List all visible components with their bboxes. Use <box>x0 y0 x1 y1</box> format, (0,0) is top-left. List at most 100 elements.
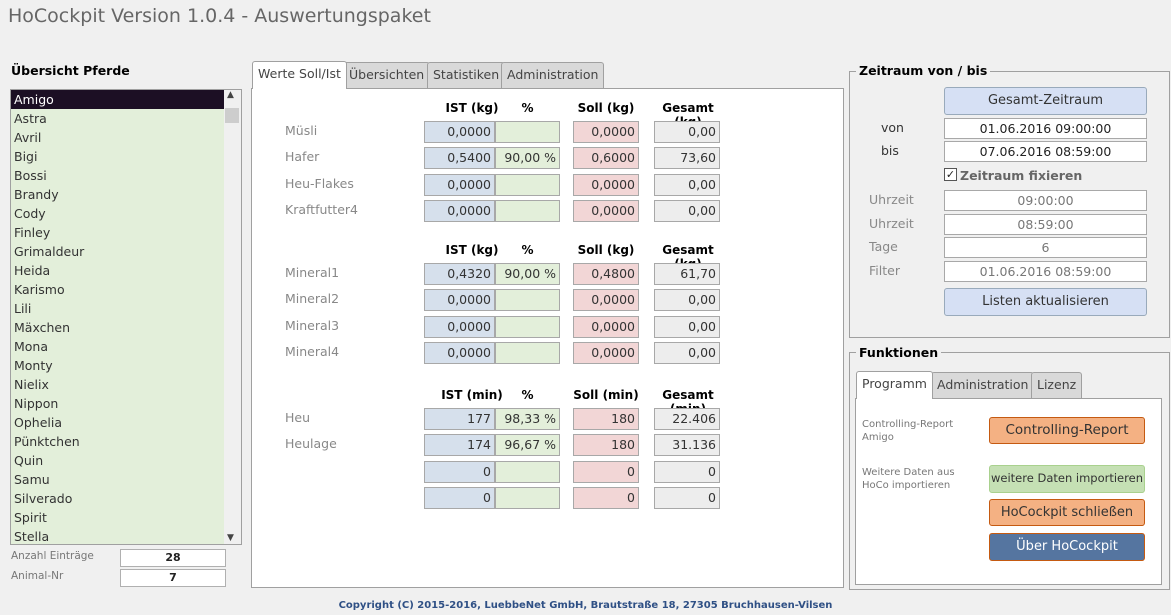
import-button[interactable]: weitere Daten importieren <box>989 465 1145 493</box>
ges-field[interactable]: 0,00 <box>654 174 720 196</box>
ges-field[interactable]: 0,00 <box>654 121 720 143</box>
soll-field[interactable]: 180 <box>573 408 639 430</box>
pct-field[interactable]: 96,67 % <box>495 434 560 456</box>
scroll-up-icon[interactable]: ▲ <box>227 90 234 100</box>
ist-field[interactable]: 0,0000 <box>424 342 495 364</box>
soll-field[interactable]: 0,0000 <box>573 200 639 222</box>
uhrzeit1-label: Uhrzeit <box>869 192 914 207</box>
row-label: Heu <box>285 410 311 425</box>
horse-list[interactable]: Amigo Astra Avril Bigi Bossi Brandy Cody Finley… <box>10 89 242 545</box>
period-heading: Zeitraum von / bis <box>856 63 991 78</box>
bis-input[interactable]: 07.06.2016 08:59:00 <box>944 141 1147 162</box>
ges-field[interactable]: 61,70 <box>654 263 720 285</box>
horse-list-item[interactable]: Astra <box>11 109 225 128</box>
horse-list-item[interactable]: Stella <box>11 527 225 544</box>
scroll-down-icon[interactable]: ▼ <box>227 533 234 543</box>
tab-func-administration[interactable]: Administration <box>931 372 1035 398</box>
horse-list-item[interactable]: Lili <box>11 299 225 318</box>
soll-field[interactable]: 0,0000 <box>573 174 639 196</box>
soll-field[interactable]: 0,4800 <box>573 263 639 285</box>
close-app-button[interactable]: HoCockpit schließen <box>989 499 1145 526</box>
horse-list-item[interactable]: Mona <box>11 337 225 356</box>
horse-list-item[interactable]: Amigo <box>11 90 225 109</box>
horse-list-item[interactable]: Finley <box>11 223 225 242</box>
horse-list-item[interactable]: Nielix <box>11 375 225 394</box>
horse-list-item[interactable]: Ophelia <box>11 413 225 432</box>
soll-field[interactable]: 0,0000 <box>573 316 639 338</box>
horse-list-item[interactable]: Spirit <box>11 508 225 527</box>
ges-field[interactable]: 73,60 <box>654 147 720 169</box>
ist-field[interactable]: 0,0000 <box>424 174 495 196</box>
horse-list-item[interactable]: Grimaldeur <box>11 242 225 261</box>
pct-field[interactable] <box>495 342 560 364</box>
pct-field[interactable]: 90,00 % <box>495 147 560 169</box>
soll-field[interactable]: 0 <box>573 461 639 483</box>
ist-field[interactable]: 174 <box>424 434 495 456</box>
ges-field[interactable]: 0 <box>654 487 720 509</box>
scrollbar[interactable]: ▲ ▼ <box>224 90 241 544</box>
controlling-report-button[interactable]: Controlling-Report <box>989 417 1145 444</box>
horse-list-item[interactable]: Bossi <box>11 166 225 185</box>
horse-list-item[interactable]: Quin <box>11 451 225 470</box>
fix-checkbox[interactable]: ✓ <box>944 168 957 181</box>
horse-list-item[interactable]: Cody <box>11 204 225 223</box>
ist-field[interactable]: 0,0000 <box>424 316 495 338</box>
pct-field[interactable] <box>495 200 560 222</box>
ist-field[interactable]: 0,5400 <box>424 147 495 169</box>
ist-field[interactable]: 0 <box>424 487 495 509</box>
pct-field[interactable] <box>495 316 560 338</box>
horse-list-item[interactable]: Heida <box>11 261 225 280</box>
horse-list-item[interactable]: Avril <box>11 128 225 147</box>
soll-field[interactable]: 0,0000 <box>573 289 639 311</box>
soll-field[interactable]: 0,0000 <box>573 121 639 143</box>
soll-field[interactable]: 180 <box>573 434 639 456</box>
ist-field[interactable]: 0,0000 <box>424 289 495 311</box>
full-period-button[interactable]: Gesamt-Zeitraum <box>944 87 1147 115</box>
ges-field[interactable]: 0,00 <box>654 316 720 338</box>
pct-field[interactable] <box>495 461 560 483</box>
pct-field[interactable] <box>495 121 560 143</box>
ges-field[interactable]: 31.136 <box>654 434 720 456</box>
app-title: HoCockpit Version 1.0.4 - Auswertungspak… <box>8 5 431 27</box>
horse-list-item[interactable]: Pünktchen <box>11 432 225 451</box>
horse-list-item[interactable]: Karismo <box>11 280 225 299</box>
horse-list-item[interactable]: Nippon <box>11 394 225 413</box>
ist-field[interactable]: 0,4320 <box>424 263 495 285</box>
ges-field[interactable]: 0,00 <box>654 342 720 364</box>
ges-field[interactable]: 0,00 <box>654 200 720 222</box>
ges-field[interactable]: 0,00 <box>654 289 720 311</box>
count-label: Anzahl Einträge <box>11 550 94 562</box>
ges-field[interactable]: 0 <box>654 461 720 483</box>
tab-uebersichten[interactable]: Übersichten <box>343 62 431 88</box>
ist-field[interactable]: 0,0000 <box>424 121 495 143</box>
horse-list-item[interactable]: Samu <box>11 470 225 489</box>
horse-list-item[interactable]: Silverado <box>11 489 225 508</box>
von-input[interactable]: 01.06.2016 09:00:00 <box>944 118 1147 139</box>
about-button[interactable]: Über HoCockpit <box>989 533 1145 561</box>
ist-field[interactable]: 177 <box>424 408 495 430</box>
pct-field[interactable] <box>495 174 560 196</box>
tab-statistiken[interactable]: Statistiken <box>427 62 506 88</box>
tab-administration[interactable]: Administration <box>501 62 605 88</box>
uhrzeit1-field: 09:00:00 <box>944 190 1147 211</box>
horse-list-item[interactable]: Mäxchen <box>11 318 225 337</box>
pct-field[interactable] <box>495 487 560 509</box>
column-header: Soll (min) <box>573 388 639 402</box>
ist-field[interactable]: 0,0000 <box>424 200 495 222</box>
scroll-thumb[interactable] <box>225 108 239 123</box>
pct-field[interactable]: 90,00 % <box>495 263 560 285</box>
horse-list-item[interactable]: Bigi <box>11 147 225 166</box>
tab-werte[interactable]: Werte Soll/Ist <box>252 61 347 89</box>
tab-lizenz[interactable]: Lizenz <box>1031 372 1083 398</box>
tab-programm[interactable]: Programm <box>856 371 933 399</box>
ges-field[interactable]: 22.406 <box>654 408 720 430</box>
horse-list-item[interactable]: Monty <box>11 356 225 375</box>
soll-field[interactable]: 0,6000 <box>573 147 639 169</box>
refresh-button[interactable]: Listen aktualisieren <box>944 288 1147 316</box>
pct-field[interactable]: 98,33 % <box>495 408 560 430</box>
ist-field[interactable]: 0 <box>424 461 495 483</box>
soll-field[interactable]: 0 <box>573 487 639 509</box>
horse-list-item[interactable]: Brandy <box>11 185 225 204</box>
pct-field[interactable] <box>495 289 560 311</box>
soll-field[interactable]: 0,0000 <box>573 342 639 364</box>
